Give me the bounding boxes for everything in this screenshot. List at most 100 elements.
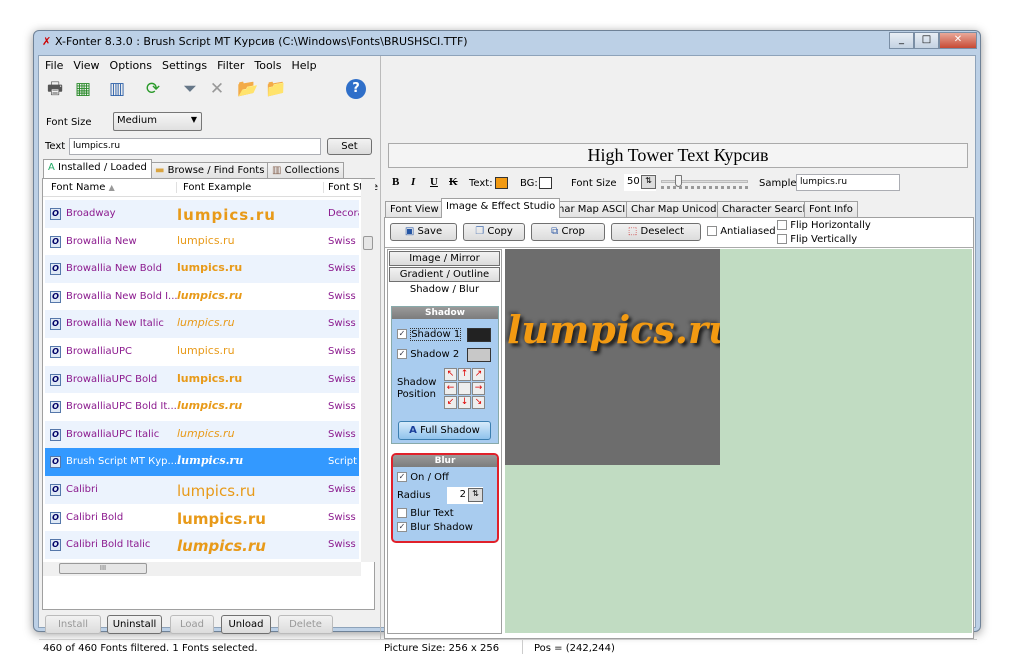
arrow-down-left-icon[interactable]: ↙: [444, 396, 457, 409]
menu-file[interactable]: File: [45, 59, 63, 72]
tab-font-info[interactable]: Font Info: [804, 201, 858, 217]
arrow-up-right-icon[interactable]: ↗: [472, 368, 485, 381]
tab-collections[interactable]: ▥ Collections: [267, 162, 345, 178]
uninstall-button[interactable]: Uninstall: [107, 615, 162, 634]
open-folder-icon[interactable]: 📂: [237, 78, 259, 100]
radius-spinner[interactable]: 2 ⇅: [447, 487, 483, 504]
menu-settings[interactable]: Settings: [162, 59, 207, 72]
scrollbar-thumb[interactable]: III: [59, 563, 147, 574]
arrow-down-icon[interactable]: ↓: [458, 396, 471, 409]
table-row[interactable]: O Browallia New lumpics.ru Swiss (: [45, 228, 359, 256]
text-input[interactable]: lumpics.ru: [69, 138, 321, 155]
deselect-button[interactable]: ⬚ Deselect: [611, 223, 701, 241]
table-row[interactable]: O Calibri Bold Italic lumpics.ru Swiss (: [45, 531, 359, 559]
tab-character-search[interactable]: Character Search: [717, 201, 814, 217]
side-tab-image-mirror[interactable]: Image / Mirror: [389, 251, 500, 266]
tab-font-view[interactable]: Font View: [385, 201, 444, 217]
checkbox-box[interactable]: ✓: [397, 472, 407, 482]
help-icon[interactable]: ?: [346, 79, 366, 99]
arrow-right-icon[interactable]: →: [472, 382, 485, 395]
spin-arrows-icon[interactable]: ⇅: [468, 488, 483, 502]
blur-text-checkbox[interactable]: Blur Text: [397, 508, 454, 519]
bg-color-swatch[interactable]: [539, 177, 552, 189]
tab-browse-find-fonts[interactable]: ▬ Browse / Find Fonts: [150, 162, 270, 178]
font-size-slider[interactable]: [661, 175, 748, 187]
font-size-select[interactable]: Medium ▼: [113, 112, 202, 131]
table-row[interactable]: O Broadway lumpics.ru Decora: [45, 200, 359, 228]
checkbox-box[interactable]: [707, 226, 717, 236]
arrow-up-icon[interactable]: ↑: [458, 368, 471, 381]
scrollbar-thumb[interactable]: [363, 236, 373, 250]
tab-installed-loaded[interactable]: A Installed / Loaded: [43, 159, 152, 178]
checkbox-box[interactable]: ✓: [397, 522, 407, 532]
arrow-down-right-icon[interactable]: ↘: [472, 396, 485, 409]
table-row[interactable]: O Calibri Bold lumpics.ru Swiss (: [45, 504, 359, 532]
table-row[interactable]: O Calibri lumpics.ru Swiss (: [45, 476, 359, 504]
menu-help[interactable]: Help: [291, 59, 316, 72]
table-row[interactable]: O BrowalliaUPC lumpics.ru Swiss (: [45, 338, 359, 366]
image-canvas[interactable]: lumpics.ru: [505, 249, 972, 633]
checkbox-box[interactable]: [397, 508, 407, 518]
flip-horizontally-checkbox[interactable]: Flip Horizontally: [777, 220, 871, 231]
full-shadow-button[interactable]: A Full Shadow: [398, 421, 491, 440]
minimize-button[interactable]: _: [889, 32, 914, 49]
shadow2-checkbox[interactable]: ✓ Shadow 2: [397, 349, 459, 360]
flip-vertically-checkbox[interactable]: Flip Vertically: [777, 234, 857, 245]
italic-button[interactable]: I: [411, 176, 415, 188]
table-icon[interactable]: ▦: [72, 78, 94, 100]
set-button[interactable]: Set: [327, 138, 372, 155]
export-folder-icon[interactable]: 📁: [265, 78, 287, 100]
table-row[interactable]: O Brush Script MT Кур... lumpics.ru Scri…: [45, 448, 359, 476]
tab-image-effect-studio[interactable]: Image & Effect Studio: [441, 198, 561, 218]
checkbox-box[interactable]: [777, 220, 787, 230]
text-color-swatch[interactable]: [495, 177, 508, 189]
clear-filter-icon[interactable]: ✕: [206, 78, 228, 100]
printer-icon[interactable]: 🖶: [44, 78, 66, 100]
menu-tools[interactable]: Tools: [254, 59, 281, 72]
font-size-spinner[interactable]: 50 ⇅: [624, 174, 656, 191]
side-tab-shadow-blur[interactable]: Shadow / Blur: [389, 283, 500, 298]
bold-button[interactable]: B: [392, 176, 399, 188]
shadow1-color-swatch[interactable]: [467, 328, 491, 342]
arrow-center[interactable]: [458, 382, 471, 395]
side-tab-gradient-outline[interactable]: Gradient / Outline: [389, 267, 500, 282]
arrow-up-left-icon[interactable]: ↖: [444, 368, 457, 381]
shadow1-checkbox[interactable]: ✓ Shadow 1: [397, 328, 462, 341]
save-button[interactable]: ▣ Save: [390, 223, 457, 241]
close-button[interactable]: ✕: [939, 32, 977, 49]
blur-shadow-checkbox[interactable]: ✓ Blur Shadow: [397, 522, 473, 533]
install-button[interactable]: Install: [45, 615, 101, 634]
underline-button[interactable]: U: [430, 176, 438, 188]
checkbox-box[interactable]: ✓: [397, 329, 407, 339]
table-row[interactable]: O Browallia New Bold I... lumpics.ru Swi…: [45, 283, 359, 311]
menu-view[interactable]: View: [73, 59, 99, 72]
tab-char-map-unicode[interactable]: Char Map Unicode: [626, 201, 728, 217]
unload-button[interactable]: Unload: [221, 615, 271, 634]
spin-arrows-icon[interactable]: ⇅: [641, 175, 656, 189]
checkbox-box[interactable]: ✓: [397, 349, 407, 359]
font-tools-icon[interactable]: ▥: [106, 78, 128, 100]
filter-icon[interactable]: ⏷: [179, 78, 201, 100]
sample-input[interactable]: lumpics.ru: [796, 174, 900, 191]
maximize-button[interactable]: □: [914, 32, 939, 49]
crop-button[interactable]: ⧉ Crop: [531, 223, 605, 241]
table-row[interactable]: O Browallia New Bold lumpics.ru Swiss (: [45, 255, 359, 283]
splitter[interactable]: [380, 56, 381, 639]
strikethrough-button[interactable]: K: [449, 176, 458, 188]
column-font-name[interactable]: Font Name ▲: [51, 182, 115, 193]
refresh-icon[interactable]: ⟳: [142, 78, 164, 100]
table-row[interactable]: O BrowalliaUPC Italic lumpics.ru Swiss (: [45, 420, 359, 449]
column-font-example[interactable]: Font Example: [176, 182, 251, 193]
table-row[interactable]: O BrowalliaUPC Bold It... lumpics.ru Swi…: [45, 393, 359, 421]
menu-filter[interactable]: Filter: [217, 59, 244, 72]
table-row[interactable]: O BrowalliaUPC Bold lumpics.ru Swiss (: [45, 365, 359, 394]
table-row[interactable]: O Browallia New Italic lumpics.ru Swiss …: [45, 310, 359, 338]
checkbox-box[interactable]: [777, 234, 787, 244]
arrow-left-icon[interactable]: ←: [444, 382, 457, 395]
delete-button[interactable]: Delete: [278, 615, 333, 634]
copy-button[interactable]: ❐ Copy: [463, 223, 525, 241]
horizontal-scrollbar[interactable]: III: [43, 562, 361, 576]
antialiased-checkbox[interactable]: Antialiased: [707, 226, 776, 237]
vertical-scrollbar[interactable]: [361, 179, 375, 562]
menu-options[interactable]: Options: [110, 59, 152, 72]
